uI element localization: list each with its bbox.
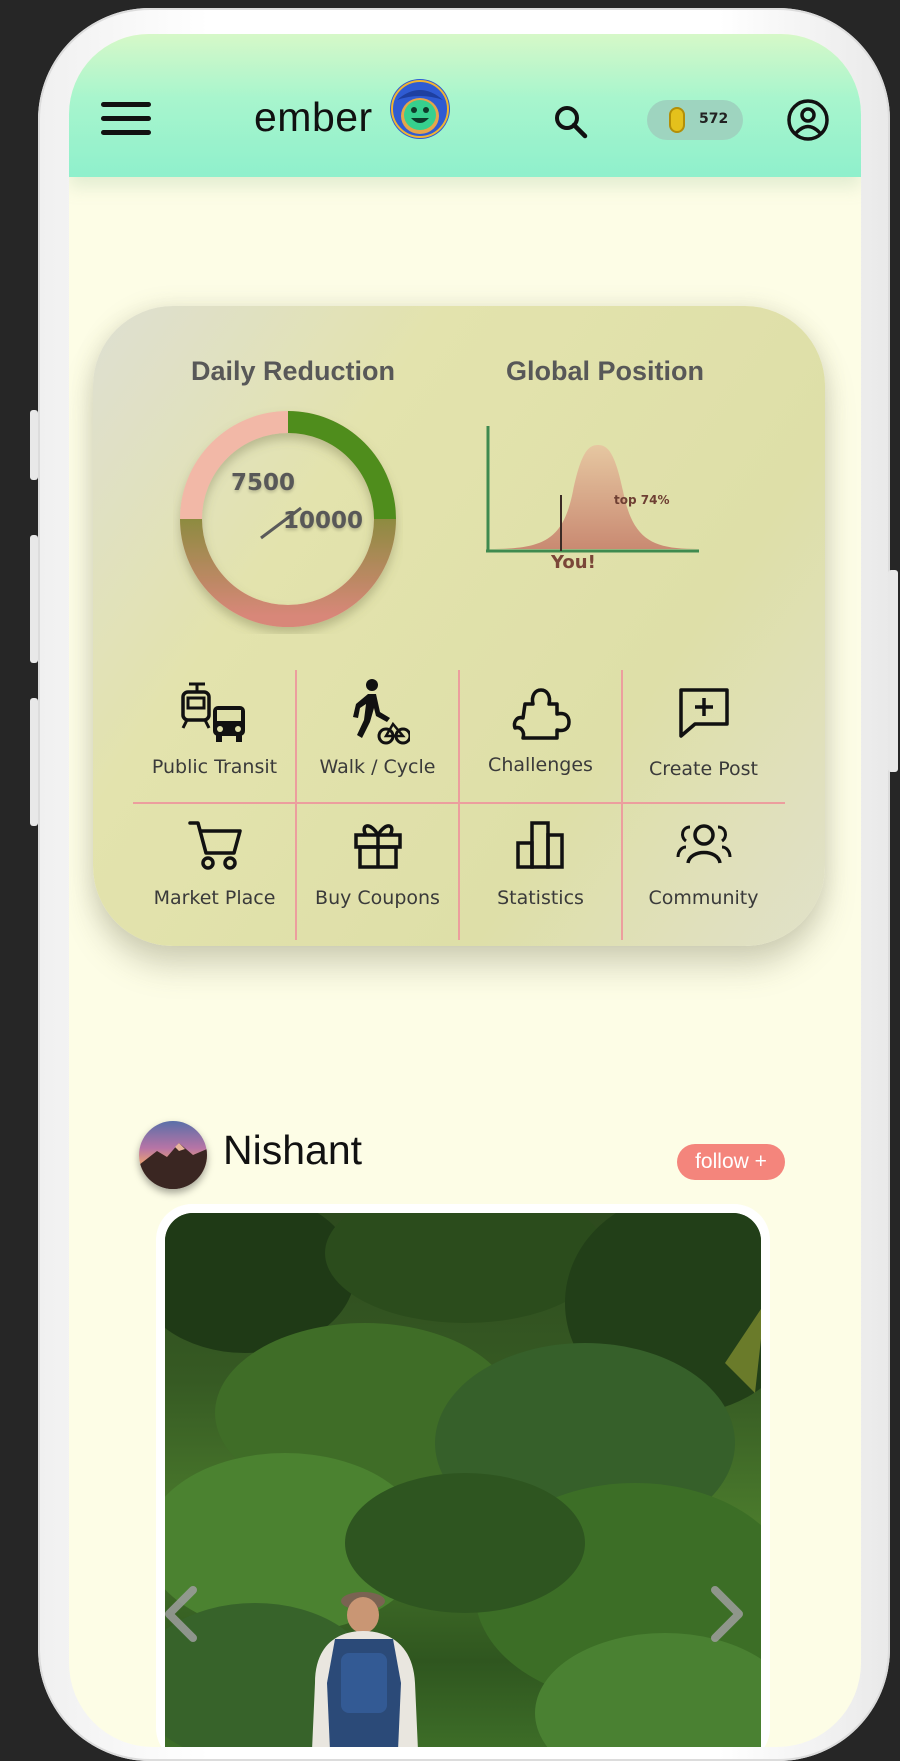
buy-coupons-button[interactable]: Buy Coupons (296, 805, 459, 940)
community-label: Community (648, 887, 759, 909)
mountain-avatar-image (139, 1143, 207, 1189)
post-author[interactable]: Nishant (223, 1127, 362, 1174)
statistics-button[interactable]: Statistics (459, 805, 622, 940)
avatar[interactable] (139, 1121, 207, 1189)
add-comment-icon (678, 688, 729, 738)
global-position-marker-label: You! (551, 552, 596, 573)
hamburger-menu-icon[interactable] (101, 102, 151, 136)
global-position-chart (486, 426, 699, 553)
challenges-label: Challenges (488, 754, 593, 776)
challenges-button[interactable]: Challenges (459, 670, 622, 805)
cart-icon (187, 821, 242, 870)
coin-count: 572 (699, 111, 729, 127)
global-position-annotation: top 74% (614, 493, 670, 507)
account-icon[interactable] (786, 98, 830, 142)
coin-icon (669, 107, 685, 133)
phone-button-volume-up (30, 535, 38, 663)
coin-balance[interactable]: 572 (647, 100, 743, 140)
walk-cycle-label: Walk / Cycle (319, 756, 436, 778)
bus-tram-icon (180, 682, 245, 742)
puzzle-icon (512, 688, 571, 740)
gift-icon (353, 824, 402, 869)
walk-cycle-button[interactable]: Walk / Cycle (296, 670, 459, 805)
stats-card: Daily Reduction Global Position 7500 100… (93, 306, 825, 946)
app-brand: ember (254, 94, 373, 140)
phone-button-volume-down (30, 698, 38, 826)
global-position-title: Global Position (506, 356, 705, 386)
create-post-label: Create Post (649, 758, 758, 780)
create-post-button[interactable]: Create Post (622, 670, 785, 805)
daily-reduction-title: Daily Reduction (191, 356, 396, 386)
mascot-logo-icon (390, 79, 450, 139)
group-icon (676, 824, 731, 864)
walk-bike-icon (352, 679, 410, 745)
phone-button-mute (30, 410, 38, 480)
forest-hiker-image (165, 1213, 761, 1747)
market-place-label: Market Place (153, 887, 276, 909)
previous-image-arrow-icon[interactable] (159, 1584, 201, 1644)
community-button[interactable]: Community (622, 805, 785, 940)
daily-reduction-target: 10000 (283, 508, 364, 534)
action-grid: Public Transit Walk / Cycle Challenges C… (133, 670, 785, 940)
next-image-arrow-icon[interactable] (707, 1584, 749, 1644)
post-image[interactable] (165, 1213, 761, 1747)
top-bar: ember 572 (69, 34, 861, 177)
public-transit-label: Public Transit (151, 756, 278, 778)
search-icon[interactable] (551, 102, 591, 142)
post-card (156, 1204, 770, 1747)
phone-button-power (888, 570, 898, 772)
buy-coupons-label: Buy Coupons (315, 887, 440, 909)
statistics-label: Statistics (497, 887, 584, 909)
public-transit-button[interactable]: Public Transit (133, 670, 296, 805)
market-place-button[interactable]: Market Place (133, 805, 296, 940)
follow-button[interactable]: follow + (677, 1144, 785, 1180)
app-screen: ember 572 Daily Reduction Global Positio… (69, 34, 861, 1747)
daily-reduction-current: 7500 (231, 470, 296, 496)
bar-chart-icon (515, 821, 564, 869)
